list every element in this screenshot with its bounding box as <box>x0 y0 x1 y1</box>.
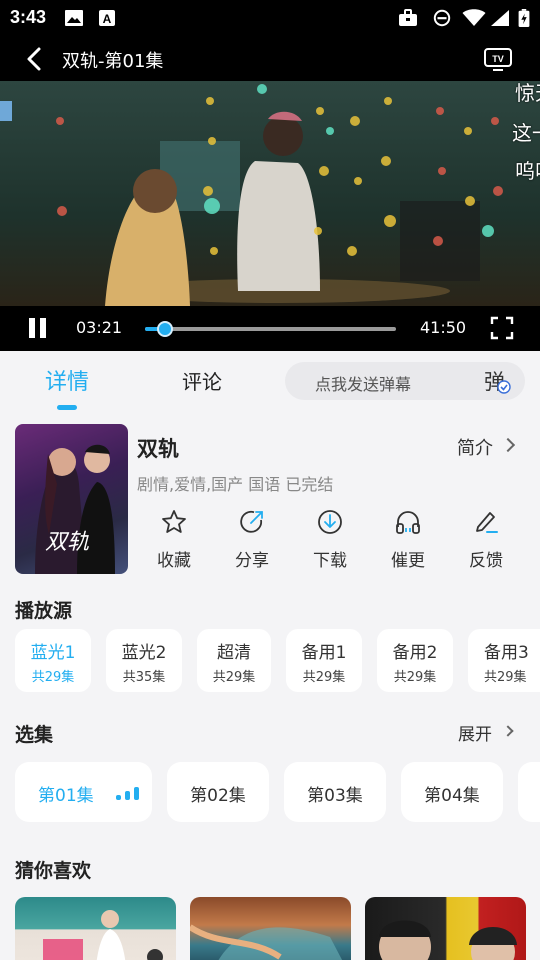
intro-link[interactable]: 简介 <box>457 434 493 460</box>
episode-chip[interactable]: 第02集 <box>167 762 269 822</box>
episode-chip[interactable]: 第03集 <box>284 762 386 822</box>
download-button[interactable]: 下载 <box>300 508 360 574</box>
svg-text:TV: TV <box>492 54 504 64</box>
share-button[interactable]: 分享 <box>222 508 282 574</box>
action-label: 催更 <box>391 551 425 571</box>
video-title: 双轨-第01集 <box>62 51 164 72</box>
now-playing-icon <box>116 782 142 800</box>
poster-title: 双轨 <box>45 530 90 555</box>
source-count: 共35集 <box>122 670 166 685</box>
recommend-thumbnail <box>43 910 163 960</box>
episode-label: 第04集 <box>424 786 480 806</box>
episode-chip[interactable] <box>518 762 540 822</box>
source-name: 备用1 <box>301 643 347 663</box>
source-chip[interactable]: 备用2 共29集 <box>377 629 453 692</box>
source-chip[interactable]: 蓝光2 共35集 <box>106 629 182 692</box>
show-meta: 剧情,爱情,国产 国语 已完结 <box>137 475 334 494</box>
do-not-disturb-icon <box>433 9 451 27</box>
back-arrow-icon[interactable] <box>20 44 50 74</box>
a-notification-icon: A <box>99 10 115 26</box>
current-time: 03:21 <box>76 318 123 337</box>
recommend-thumbnail <box>379 920 517 960</box>
image-icon <box>65 10 83 26</box>
danmaku-comment: 呜呜 <box>515 159 540 183</box>
episode-label: 第02集 <box>190 786 246 806</box>
source-count: 共29集 <box>212 670 256 685</box>
chevron-right-icon[interactable] <box>500 437 516 453</box>
video-frame[interactable]: 姜哥 惊天 这一 呜呜 <box>0 81 540 306</box>
expand-link[interactable]: 展开 <box>458 720 492 745</box>
source-chip[interactable]: 备用3 共29集 <box>468 629 540 692</box>
download-icon <box>318 510 342 534</box>
show-poster[interactable]: 双轨 <box>15 424 128 574</box>
sources-title: 播放源 <box>15 600 73 622</box>
danmaku-input[interactable]: 点我发送弹幕 弹 <box>285 362 525 400</box>
action-label: 反馈 <box>469 551 503 571</box>
tab-comments[interactable]: 评论 <box>182 366 222 395</box>
episode-label: 第03集 <box>307 786 363 806</box>
episode-chip[interactable]: 第01集 <box>15 762 152 822</box>
source-name: 备用2 <box>392 643 438 663</box>
source-count: 共29集 <box>302 670 346 685</box>
chevron-right-icon[interactable] <box>502 725 514 737</box>
recommend-card[interactable] <box>190 897 351 960</box>
edit-icon <box>476 512 498 533</box>
danmaku-toggle-icon[interactable]: 弹 <box>483 366 513 396</box>
wifi-icon <box>462 9 486 26</box>
tab-details[interactable]: 详情 <box>45 364 89 396</box>
source-chip[interactable]: 备用1 共29集 <box>286 629 362 692</box>
source-name: 超清 <box>217 643 251 663</box>
recommend-card[interactable] <box>365 897 526 960</box>
recommend-title: 猜你喜欢 <box>15 860 92 882</box>
status-bar: 3:43 A <box>0 0 540 36</box>
battery-icon <box>518 9 530 27</box>
headphones-icon <box>396 511 420 534</box>
video-scene-image <box>0 81 540 306</box>
share-icon <box>240 510 263 533</box>
episodes-title: 选集 <box>15 724 54 746</box>
source-chip[interactable]: 蓝光1 共29集 <box>15 629 91 692</box>
show-title: 双轨 <box>137 437 179 461</box>
tv-cast-icon[interactable]: TV <box>483 46 513 72</box>
danmaku-placeholder: 点我发送弹幕 <box>315 375 412 394</box>
action-label: 分享 <box>235 551 269 571</box>
action-label: 收藏 <box>157 551 191 571</box>
episode-label: 第01集 <box>38 786 94 806</box>
seek-thumb[interactable] <box>157 321 174 337</box>
episode-chip[interactable]: 第04集 <box>401 762 503 822</box>
signal-icon <box>491 10 509 26</box>
source-name: 蓝光1 <box>30 643 76 663</box>
urge-update-button[interactable]: 催更 <box>378 508 438 574</box>
player-controls: 03:21 41:50 <box>0 306 540 351</box>
svg-text:A: A <box>103 12 112 26</box>
danmaku-comment: 惊天 <box>515 81 540 105</box>
recommend-thumbnail <box>190 924 343 960</box>
danmaku-comment: 这一 <box>512 121 540 145</box>
source-chip[interactable]: 超清共29集 <box>197 629 271 692</box>
seek-bar[interactable] <box>145 321 396 337</box>
source-count: 共29集 <box>31 670 75 685</box>
pause-icon[interactable] <box>26 316 50 340</box>
action-label: 下载 <box>313 551 347 571</box>
briefcase-icon <box>399 9 417 26</box>
source-count: 共29集 <box>393 670 437 685</box>
player-title-bar: 双轨-第01集 TV <box>0 36 540 81</box>
total-time: 41:50 <box>420 318 467 337</box>
favorite-button[interactable]: 收藏 <box>144 508 204 574</box>
star-icon <box>162 510 186 533</box>
status-time: 3:43 <box>10 7 47 27</box>
tab-indicator <box>57 405 77 410</box>
recommend-card[interactable] <box>15 897 176 960</box>
source-name: 蓝光2 <box>121 643 167 663</box>
fullscreen-icon[interactable] <box>490 316 514 340</box>
video-player[interactable]: 姜哥 惊天 这一 呜呜 03:21 41:50 <box>0 81 540 351</box>
feedback-button[interactable]: 反馈 <box>456 508 516 574</box>
source-name: 备用3 <box>484 643 529 663</box>
source-count: 共29集 <box>484 670 527 685</box>
